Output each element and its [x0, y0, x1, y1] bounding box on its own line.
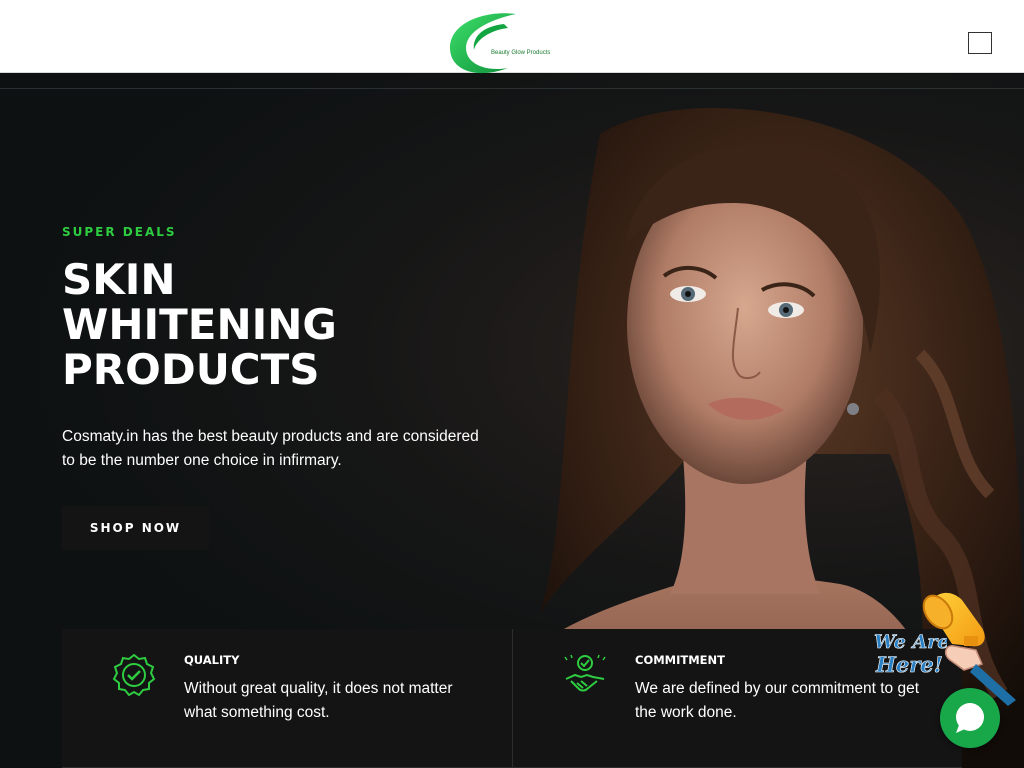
headline-line-1: SKIN	[62, 255, 176, 304]
hero-headline: SKIN WHITENING PRODUCTS	[62, 257, 422, 392]
feature-cards: QUALITY Without great quality, it does n…	[62, 629, 962, 768]
feature-card-quality: QUALITY Without great quality, it does n…	[62, 629, 512, 768]
handshake-check-icon	[564, 654, 606, 692]
headline-line-2: WHITENING	[62, 300, 337, 349]
svg-text:Here!: Here!	[875, 652, 943, 677]
feature-title: QUALITY	[184, 653, 240, 667]
we-are-here-lettering: We Are Here!	[874, 631, 947, 678]
feature-description: Without great quality, it does not matte…	[184, 680, 453, 721]
site-header: Beauty Glow Products	[0, 0, 1024, 74]
hero-description: Cosmaty.in has the best beauty products …	[62, 428, 479, 469]
we-are-here-promo[interactable]: We Are Here!	[872, 588, 1022, 706]
chat-button[interactable]	[940, 688, 1000, 748]
hero-section: SUPER DEALS SKIN WHITENING PRODUCTS Cosm…	[0, 74, 1024, 768]
hamburger-menu-icon[interactable]	[968, 32, 992, 54]
chat-bubble-icon	[956, 703, 984, 733]
hero-divider	[0, 88, 1024, 89]
feature-title: COMMITMENT	[635, 653, 725, 667]
badge-check-icon	[112, 653, 156, 697]
promo-text: We Are	[874, 631, 947, 653]
hero-eyebrow: SUPER DEALS	[62, 225, 177, 239]
shop-now-button[interactable]: SHOP NOW	[62, 506, 209, 550]
headline-line-3: PRODUCTS	[62, 345, 320, 394]
logo-text: Beauty Glow Products	[491, 50, 551, 56]
site-logo[interactable]: Beauty Glow Products	[446, 10, 564, 80]
c-leaf-logo-icon	[450, 13, 516, 74]
